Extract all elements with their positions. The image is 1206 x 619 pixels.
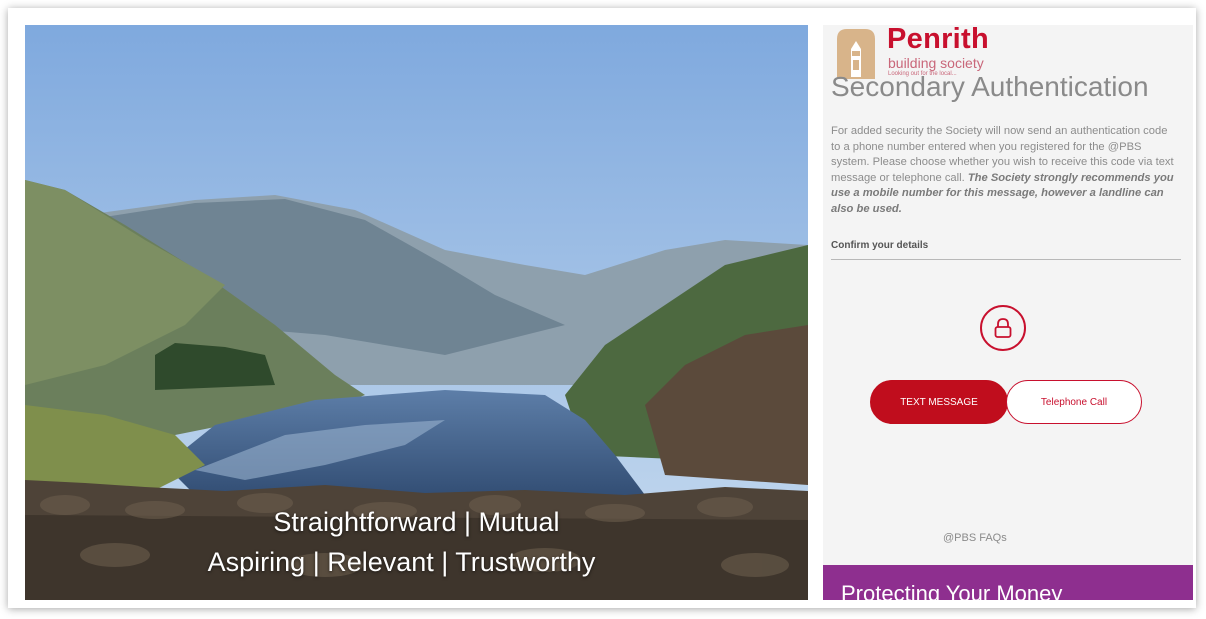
logo-wordmark: Penrith <box>887 25 989 55</box>
tagline-line1: Straightforward | Mutual <box>273 507 560 537</box>
logo-subtitle: building society <box>888 55 984 71</box>
tagline-line2: Aspiring | Relevant | Trustworthy <box>207 547 596 577</box>
lock-icon <box>980 305 1026 351</box>
hero-landscape-image: Straightforward | Mutual Aspiring | Rele… <box>25 25 808 600</box>
authentication-panel: Penrith building society Looking out for… <box>823 25 1193 600</box>
telephone-call-button[interactable]: Telephone Call <box>1006 380 1142 424</box>
intro-text: For added security the Society will now … <box>831 124 1179 218</box>
text-message-button[interactable]: TEXT MESSAGE <box>870 380 1008 424</box>
faq-link[interactable]: @PBS FAQs <box>943 532 1007 544</box>
page-title: Secondary Authentication <box>831 71 1149 102</box>
confirm-details-label: Confirm your details <box>831 240 929 251</box>
banner-text: Protecting Your Money <box>841 581 1063 600</box>
protecting-money-banner[interactable]: Protecting Your Money <box>823 565 1193 600</box>
section-divider <box>831 259 1181 260</box>
